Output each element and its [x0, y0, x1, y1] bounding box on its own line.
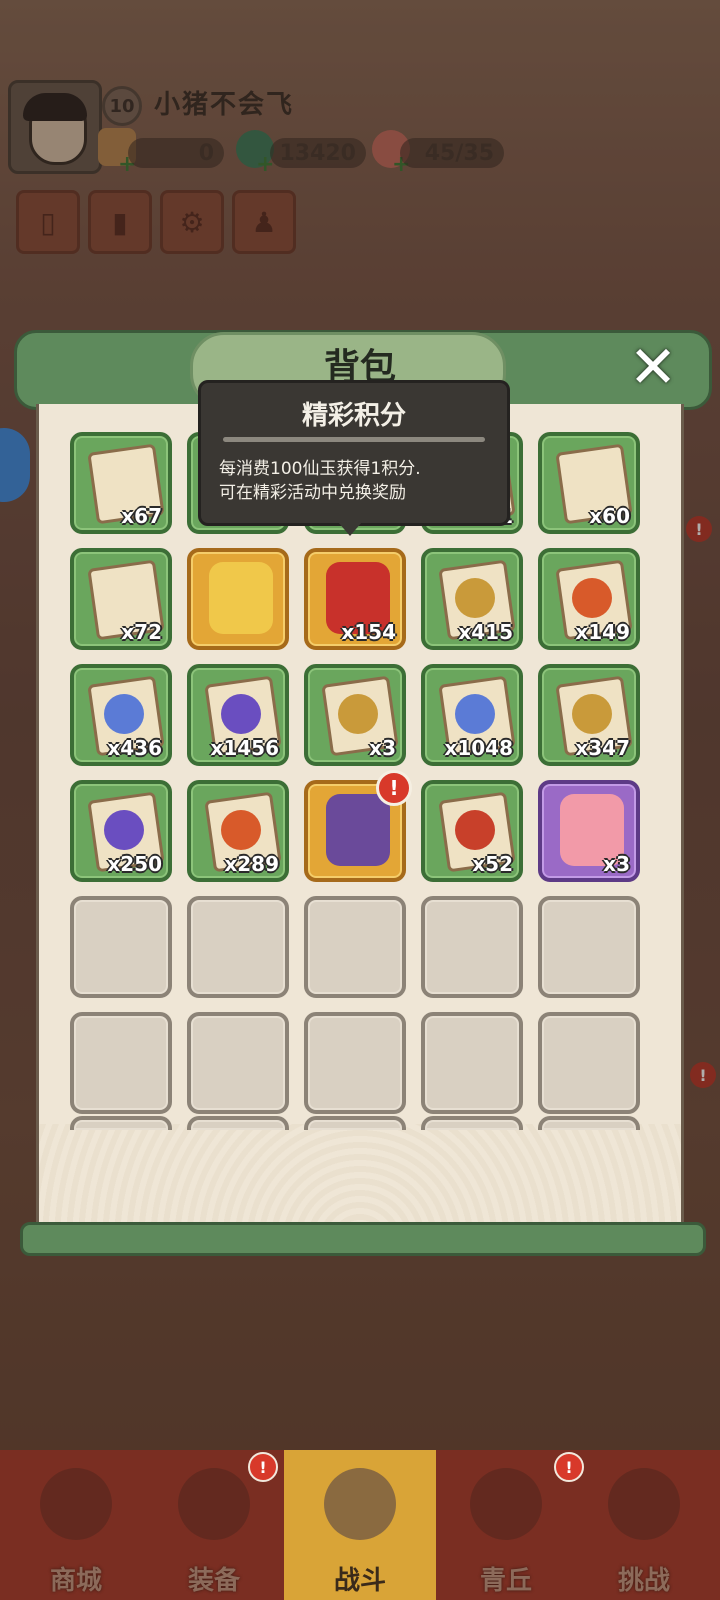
item-quantity: x1048 — [444, 736, 513, 760]
skill-thunder-icon — [104, 810, 144, 850]
item-tooltip: 精彩积分 每消费100仙玉获得1积分. 可在精彩活动中兑换奖励 — [198, 380, 510, 526]
bag-scroll-footer — [20, 1222, 706, 1256]
item-slot[interactable]: x436 — [70, 664, 172, 766]
item-quantity: x52 — [472, 852, 513, 876]
item-slot[interactable]: x67 — [70, 432, 172, 534]
empty-slot[interactable] — [538, 1116, 640, 1130]
nav-alert-badge: ! — [554, 1452, 584, 1482]
item-quantity: x1456 — [210, 736, 279, 760]
empty-slot[interactable] — [304, 896, 406, 998]
shop-icon — [40, 1468, 112, 1540]
treasure-bag-icon — [326, 794, 390, 866]
nav-battle[interactable]: 战斗 — [284, 1450, 436, 1600]
skill-sword-icon — [455, 810, 495, 850]
new-item-alert-icon: ! — [376, 770, 412, 806]
item-slot[interactable]: x3 — [304, 664, 406, 766]
challenge-icon — [608, 1468, 680, 1540]
item-slot[interactable]: x60 — [538, 432, 640, 534]
item-quantity: x250 — [107, 852, 162, 876]
item-quantity: x72 — [121, 620, 162, 644]
item-slot[interactable]: x149 — [538, 548, 640, 650]
empty-slot[interactable] — [187, 1012, 289, 1114]
nav-label: 青丘 — [479, 1566, 532, 1596]
item-slot[interactable]: x3 — [538, 780, 640, 882]
nav-alert-badge: ! — [248, 1452, 278, 1482]
item-quantity: x347 — [575, 736, 630, 760]
empty-slot[interactable] — [421, 1012, 523, 1114]
empty-slot[interactable] — [70, 1116, 172, 1130]
skill-flame-icon — [221, 810, 261, 850]
item-slot[interactable]: x1048 — [421, 664, 523, 766]
item-quantity: x67 — [121, 504, 162, 528]
empty-slot[interactable] — [304, 1012, 406, 1114]
item-quantity: x436 — [107, 736, 162, 760]
tooltip-title: 精彩积分 — [301, 401, 406, 431]
nav-challenge[interactable]: 挑战 — [576, 1450, 712, 1600]
dragon-token-icon — [209, 562, 273, 634]
item-slot[interactable]: x72 — [70, 548, 172, 650]
item-quantity: x415 — [458, 620, 513, 644]
item-slot[interactable]: x154 — [304, 548, 406, 650]
mountain-icon — [470, 1468, 542, 1540]
skill-dragon-icon — [572, 694, 612, 734]
nav-label: 装备 — [187, 1566, 240, 1596]
tooltip-desc-line: 可在精彩活动中兑换奖励 — [219, 483, 406, 503]
skill-bird-icon — [455, 578, 495, 618]
item-quantity: x154 — [341, 620, 396, 644]
item-quantity: x149 — [575, 620, 630, 644]
item-slot[interactable]: x250 — [70, 780, 172, 882]
empty-slot[interactable] — [187, 896, 289, 998]
item-slot[interactable] — [187, 548, 289, 650]
empty-slot[interactable] — [538, 896, 640, 998]
empty-slot[interactable] — [187, 1116, 289, 1130]
item-quantity: x60 — [589, 504, 630, 528]
empty-slot[interactable] — [304, 1116, 406, 1130]
empty-slot[interactable] — [70, 1012, 172, 1114]
tooltip-desc-line: 每消费100仙玉获得1积分. — [219, 459, 421, 479]
skill-demon-icon — [455, 694, 495, 734]
nav-qingqiu[interactable]: 青丘 — [438, 1450, 574, 1600]
skill-fireball-icon — [572, 578, 612, 618]
close-icon[interactable]: ✕ — [622, 333, 684, 401]
tooltip-description: 每消费100仙玉获得1积分. 可在精彩活动中兑换奖励 — [219, 457, 495, 505]
item-slot[interactable]: x347 — [538, 664, 640, 766]
nav-shop[interactable]: 商城 — [8, 1450, 144, 1600]
crossed-swords-icon — [324, 1468, 396, 1540]
tooltip-divider — [223, 437, 485, 442]
empty-slot[interactable] — [421, 896, 523, 998]
item-slot[interactable]: x1456 — [187, 664, 289, 766]
empty-slot[interactable] — [421, 1116, 523, 1130]
empty-slot[interactable] — [70, 896, 172, 998]
item-slot[interactable]: x52 — [421, 780, 523, 882]
item-slot[interactable]: x415 — [421, 548, 523, 650]
helmet-icon — [178, 1468, 250, 1540]
item-quantity: x3 — [603, 852, 630, 876]
nav-label: 商城 — [49, 1566, 102, 1596]
nav-label: 战斗 — [333, 1566, 386, 1596]
skill-ghost-icon — [104, 694, 144, 734]
item-slot[interactable]: x289 — [187, 780, 289, 882]
nav-label: 挑战 — [617, 1566, 670, 1596]
skill-wolf-icon — [338, 694, 378, 734]
item-quantity: x3 — [369, 736, 396, 760]
empty-slot[interactable] — [538, 1012, 640, 1114]
item-quantity: x289 — [224, 852, 279, 876]
skill-lightning-icon — [221, 694, 261, 734]
tooltip-pointer — [338, 522, 362, 536]
